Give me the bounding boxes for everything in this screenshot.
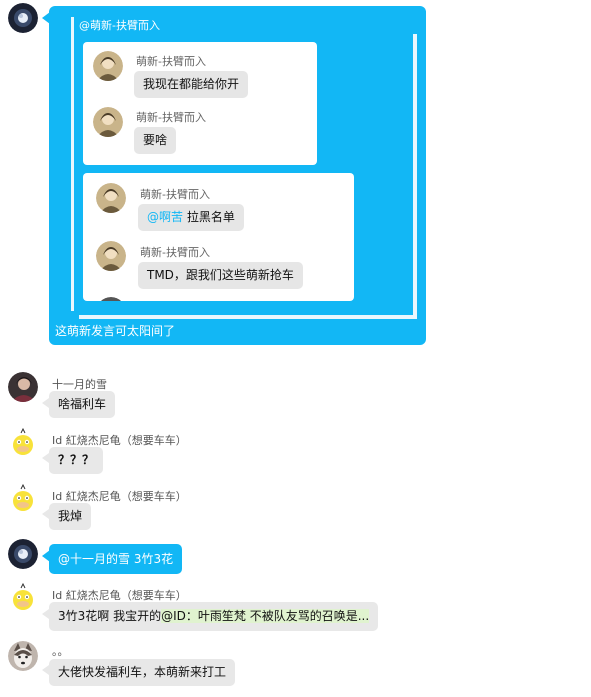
quote-card[interactable]: 萌新-扶臂而入 @啊苦 拉黑名单 萌新-扶臂而入 TMD，跟我们这些萌新抢车 [83, 173, 354, 301]
message-text: 3竹3花啊 我宝开的 [58, 609, 162, 623]
sender-name: Id 紅烧杰尼龟（想要车车） [52, 434, 187, 447]
mention-text[interactable]: @啊苦 [147, 210, 183, 224]
psyduck-avatar[interactable] [8, 428, 38, 458]
psyduck-avatar[interactable] [8, 484, 38, 514]
portrait-avatar [96, 241, 126, 271]
psyduck-avatar[interactable] [8, 583, 38, 613]
portrait-avatar [93, 51, 123, 81]
bubble-tail [42, 609, 49, 619]
message-text: 这萌新发言可太阳间了 [55, 324, 176, 338]
sender-name: 萌新-扶臂而入 [136, 111, 206, 124]
portrait-avatar [96, 297, 126, 301]
quoted-message: 我现在都能给你开 [134, 71, 249, 98]
message-bubble[interactable]: 大佬快发福利车，本萌新来打工 [49, 659, 236, 686]
message-bubble[interactable]: ？？？ [49, 447, 104, 474]
bubble-tail [42, 509, 49, 519]
sender-name: 十一月的雪 [52, 378, 107, 391]
sender-name: 。。 [52, 645, 69, 658]
quoted-message: TMD，跟我们这些萌新抢车 [138, 262, 303, 289]
forwarded-message-bubble[interactable]: @萌新-扶臂而入 萌新-扶臂而入 我现在都能给你开 萌新-扶臂而入 要啥 萌新-… [49, 6, 426, 345]
mention-text[interactable]: @萌新-扶臂而入 [79, 17, 160, 33]
bubble-tail [42, 453, 49, 463]
message-text: 3竹3花 [130, 552, 174, 566]
quote-bar [71, 17, 74, 311]
sender-name: 萌新-扶臂而入 [140, 188, 210, 201]
husky-avatar[interactable] [8, 641, 38, 671]
quoted-message: @啊苦 拉黑名单 [138, 204, 244, 231]
portrait-avatar [96, 183, 126, 213]
message-bubble[interactable]: 我焯 [49, 503, 92, 530]
sender-name: 萌新-扶臂而入 [136, 55, 206, 68]
message-bubble[interactable]: 啥福利车 [49, 391, 116, 418]
quoted-message: 要啥 [134, 127, 177, 154]
avatar[interactable] [8, 372, 38, 402]
sender-name: Id 紅烧杰尼龟（想要车车） [52, 490, 187, 503]
message-bubble[interactable]: @十一月的雪 3竹3花 [49, 544, 183, 574]
sender-name: 萌新-扶臂而入 [140, 246, 210, 259]
bubble-tail [42, 665, 49, 675]
self-avatar[interactable] [8, 3, 38, 33]
sender-name: Id 紅烧杰尼龟（想要车车） [52, 589, 187, 602]
message-bubble[interactable]: 3竹3花啊 我宝开的@ID：叶雨笙梵 不被队友骂的召唤是... [49, 602, 379, 631]
mention-text[interactable]: @十一月的雪 [58, 552, 130, 566]
portrait-avatar [93, 107, 123, 137]
quote-card[interactable]: 萌新-扶臂而入 我现在都能给你开 萌新-扶臂而入 要啥 [83, 42, 317, 165]
bubble-tail [42, 398, 49, 408]
message-text: 拉黑名单 [183, 210, 235, 224]
link-preview-text[interactable]: @ID：叶雨笙梵 不被队友骂的召唤是... [161, 609, 370, 623]
self-avatar[interactable] [8, 539, 38, 569]
